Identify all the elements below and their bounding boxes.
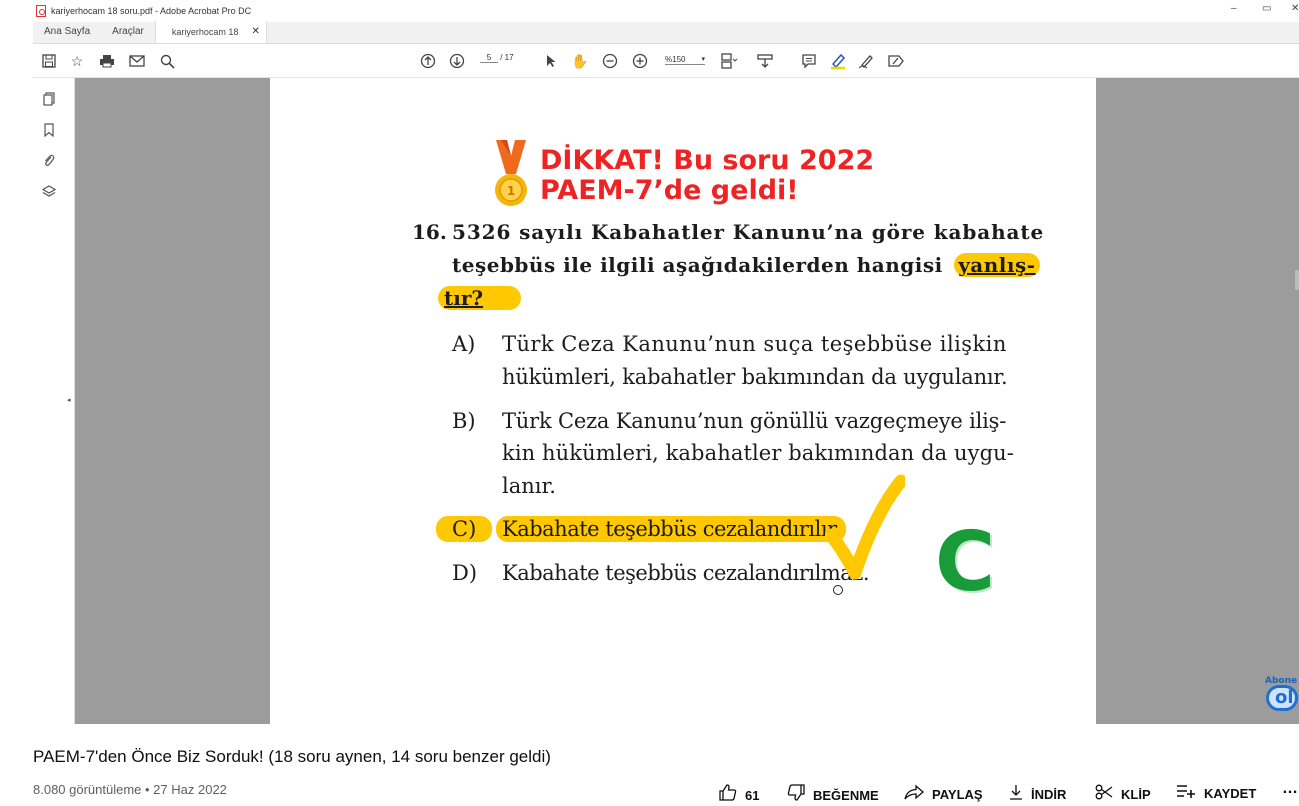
window-title: kariyerhocam 18 soru.pdf - Adobe Acrobat… (51, 6, 252, 16)
svg-text:1: 1 (507, 184, 515, 198)
highlight-wrong-2: tır? (438, 286, 522, 310)
highlight-wrong-1: yanlış- (954, 253, 1040, 277)
save-icon[interactable] (39, 51, 59, 71)
download-label: İNDİR (1031, 787, 1067, 802)
zoom-in-icon[interactable] (630, 51, 650, 71)
question-line-1: 5326 sayılı Kabahatler Kanunu’na göre ka… (452, 220, 1045, 244)
attachments-icon[interactable] (41, 152, 57, 168)
search-icon[interactable] (157, 51, 177, 71)
layers-icon[interactable] (41, 184, 57, 200)
option-a-label: A) (452, 332, 476, 356)
next-page-icon[interactable] (447, 51, 467, 71)
option-c-label: C) (436, 516, 493, 542)
mouse-cursor-icon (833, 585, 843, 595)
fill-sign-icon[interactable] (886, 51, 906, 71)
save-to-playlist-button[interactable]: KAYDET (1176, 784, 1256, 803)
video-title: PAEM-7'den Önce Biz Sorduk! (18 soru ayn… (33, 747, 551, 766)
option-d-text: Kabahate teşebbüs cezalandırılmaz. (502, 561, 870, 585)
option-a-line-2: hükümleri, kabahatler bakımından da uygu… (502, 365, 1008, 389)
banner-line-1: DİKKAT! Bu soru 2022 (540, 145, 875, 176)
save-label: KAYDET (1204, 786, 1257, 801)
draw-tool-icon[interactable] (857, 51, 877, 71)
subscribe-badge[interactable]: Abone ol (1265, 676, 1299, 712)
acrobat-toolbar: ☆ 5 / 17 ✋ %150 ▾ (33, 44, 1299, 78)
document-background-right (1096, 78, 1299, 724)
minimize-icon[interactable]: – (1231, 3, 1237, 14)
collapse-pane-icon[interactable]: ◂ (67, 396, 71, 404)
navigation-pane: ◂ (33, 78, 75, 724)
like-button[interactable]: 61 (719, 784, 759, 806)
tab-document[interactable]: kariyerhocam 18 so... ✕ (154, 21, 267, 59)
page-indicator[interactable]: 5 / 17 (480, 53, 514, 63)
zoom-value: %150 (665, 55, 686, 64)
page-current-input[interactable]: 5 (480, 53, 498, 63)
maximize-icon[interactable]: ▭ (1262, 3, 1271, 14)
more-actions-icon[interactable]: … (1282, 780, 1298, 798)
acrobat-title-bar: kariyerhocam 18 soru.pdf - Adobe Acrobat… (33, 0, 1299, 22)
checkmark-icon (825, 474, 905, 580)
prev-page-icon[interactable] (418, 51, 438, 71)
option-c-label-highlight: C) (436, 516, 493, 542)
option-b-line-3: lanır. (502, 474, 556, 498)
page-thumbnails-icon[interactable] (41, 91, 57, 107)
option-d-label: D) (452, 561, 478, 585)
scroll-mode-icon[interactable] (755, 51, 775, 71)
thumbs-up-icon (719, 784, 737, 806)
like-count: 61 (745, 787, 760, 803)
chevron-down-icon: ▾ (701, 56, 705, 63)
clip-label: KLİP (1121, 787, 1151, 802)
question-number: 16. (412, 220, 447, 244)
bookmarks-icon[interactable] (41, 122, 57, 138)
banner-line-2: PAEM-7’de geldi! (540, 175, 799, 206)
option-a-line-1: Türk Ceza Kanunu’nun suça teşebbüse iliş… (502, 332, 1007, 356)
tab-home[interactable]: Ana Sayfa (33, 21, 101, 43)
thumbs-down-icon (787, 784, 805, 806)
tab-close-icon[interactable]: ✕ (251, 21, 259, 43)
option-b-line-2: kin hükümleri, kabahatler bakımından da … (502, 441, 1014, 465)
select-cursor-icon[interactable] (541, 51, 561, 71)
zoom-out-icon[interactable] (600, 51, 620, 71)
medal-icon: 1 (495, 140, 527, 206)
dislike-button[interactable]: BEĞENME (787, 784, 879, 806)
subscribe-letter: ol (1266, 685, 1298, 711)
warning-banner: DİKKAT! Bu soru 2022 PAEM-7’de geldi! (540, 146, 874, 206)
pdf-file-icon (36, 5, 46, 17)
pdf-page: 1 DİKKAT! Bu soru 2022 PAEM-7’de geldi! … (270, 78, 1096, 724)
hand-tool-icon[interactable]: ✋ (570, 51, 590, 71)
video-player[interactable]: kariyerhocam 18 soru.pdf - Adobe Acrobat… (33, 0, 1299, 724)
zoom-select[interactable]: %150 ▾ (665, 55, 705, 65)
option-c-text-highlight: Kabahate teşebbüs cezalandırılır. (496, 516, 847, 542)
answer-mark: C (935, 515, 996, 610)
page-display-icon[interactable] (719, 51, 739, 71)
page-total: / 17 (500, 53, 514, 62)
tab-tools[interactable]: Araçlar (101, 21, 155, 43)
highlight-pen-icon[interactable] (828, 51, 848, 71)
dislike-label: BEĞENME (813, 787, 879, 803)
question-line-2-text: teşebbüs ile ilgili aşağıdakilerden hang… (452, 253, 943, 277)
comment-icon[interactable] (799, 51, 819, 71)
option-c-text: Kabahate teşebbüs cezalandırılır. (496, 516, 847, 542)
acrobat-tab-bar: Ana Sayfa Araçlar kariyerhocam 18 so... … (33, 21, 1299, 59)
video-meta: 8.080 görüntüleme • 27 Haz 2022 (33, 782, 227, 797)
option-b-line-1: Türk Ceza Kanunu’nun gönüllü vazgeçmeye … (502, 409, 1007, 433)
question-line-3: tır? (438, 286, 522, 310)
scrollbar[interactable] (1295, 270, 1299, 290)
question-line-2: teşebbüs ile ilgili aşağıdakilerden hang… (452, 253, 1040, 277)
document-background-left (75, 78, 270, 724)
playlist-add-icon (1176, 784, 1196, 803)
option-b-label: B) (452, 409, 476, 433)
email-icon[interactable] (127, 51, 147, 71)
bookmark-star-icon[interactable]: ☆ (67, 51, 87, 71)
close-window-icon[interactable]: ✕ (1291, 3, 1299, 14)
print-icon[interactable] (97, 51, 117, 71)
share-label: PAYLAŞ (932, 787, 983, 802)
